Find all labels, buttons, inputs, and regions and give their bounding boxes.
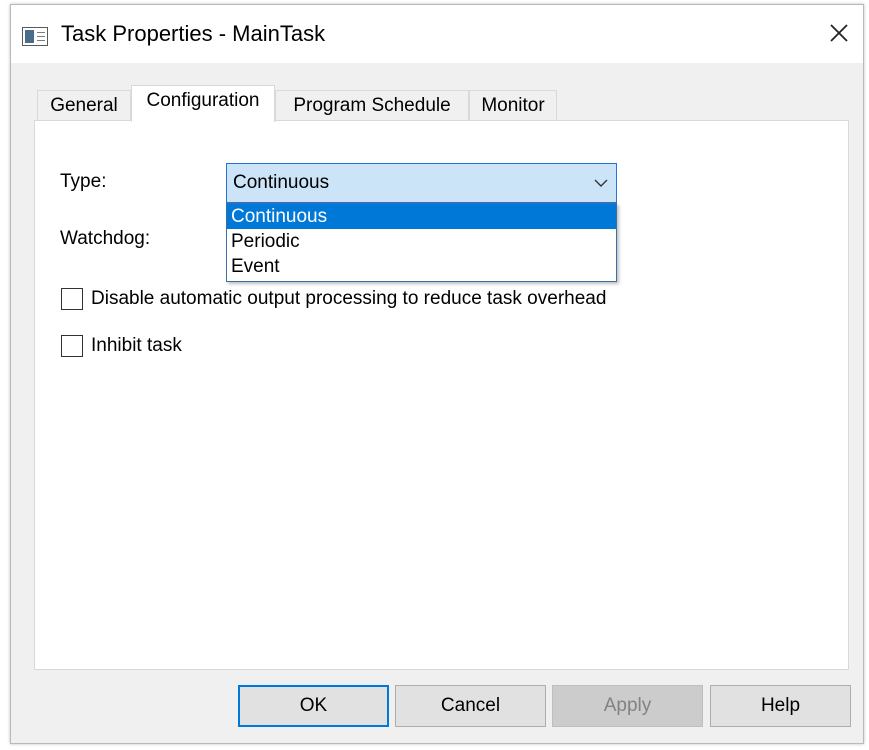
ok-button[interactable]: OK bbox=[238, 685, 389, 727]
type-option-continuous[interactable]: Continuous bbox=[227, 204, 616, 229]
tab-program-schedule[interactable]: Program Schedule bbox=[275, 90, 469, 120]
type-option-event[interactable]: Event bbox=[227, 254, 616, 279]
help-button[interactable]: Help bbox=[710, 685, 851, 727]
title-bar[interactable]: Task Properties - MainTask bbox=[11, 5, 863, 63]
type-option-periodic[interactable]: Periodic bbox=[227, 229, 616, 254]
apply-button[interactable]: Apply bbox=[552, 685, 703, 727]
disable-output-label: Disable automatic output processing to r… bbox=[91, 288, 607, 309]
cancel-button[interactable]: Cancel bbox=[395, 685, 546, 727]
tab-monitor[interactable]: Monitor bbox=[469, 90, 557, 120]
disable-output-checkbox[interactable] bbox=[61, 288, 83, 310]
inhibit-task-checkbox[interactable] bbox=[61, 335, 83, 357]
app-window-icon bbox=[22, 27, 48, 46]
tab-strip: General Configuration Program Schedule M… bbox=[11, 85, 863, 122]
type-combobox[interactable]: Continuous bbox=[226, 163, 617, 203]
window-title: Task Properties - MainTask bbox=[61, 21, 326, 46]
chevron-down-icon bbox=[594, 179, 608, 187]
tab-general[interactable]: General bbox=[37, 90, 131, 120]
type-dropdown-list: Continuous Periodic Event bbox=[226, 203, 617, 282]
task-properties-dialog: Task Properties - MainTask General Confi… bbox=[10, 4, 864, 744]
close-button[interactable] bbox=[821, 15, 857, 51]
watchdog-label: Watchdog: bbox=[60, 228, 151, 249]
close-icon bbox=[830, 24, 848, 42]
tab-configuration[interactable]: Configuration bbox=[131, 85, 275, 122]
inhibit-task-label: Inhibit task bbox=[91, 335, 182, 356]
type-label: Type: bbox=[60, 171, 107, 192]
type-combobox-value: Continuous bbox=[233, 172, 330, 193]
